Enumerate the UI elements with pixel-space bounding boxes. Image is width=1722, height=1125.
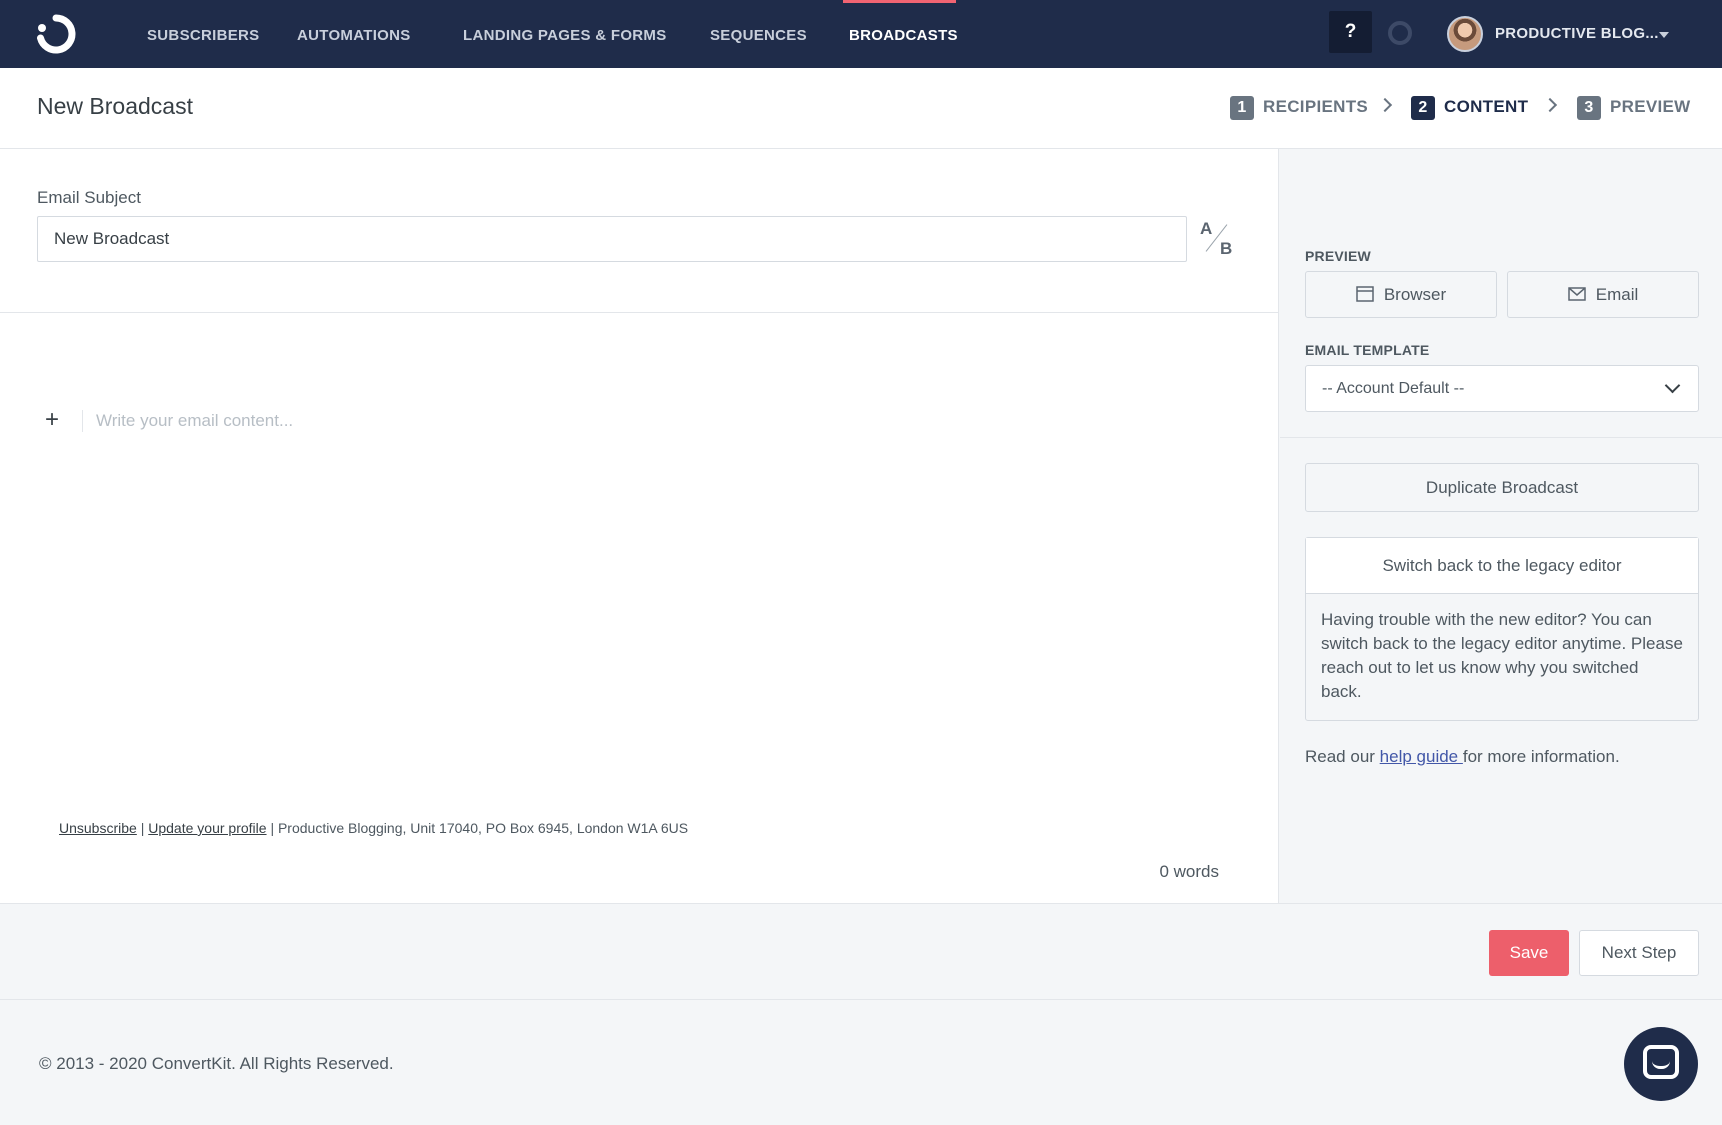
- preview-browser-label: Browser: [1383, 285, 1447, 304]
- email-template-select[interactable]: -- Account Default --: [1305, 365, 1699, 412]
- envelope-icon: [1567, 286, 1586, 301]
- help-guide-link[interactable]: help guide: [1380, 747, 1463, 766]
- nav-landing-pages-forms[interactable]: LANDING PAGES & FORMS: [463, 0, 667, 68]
- step-recipients[interactable]: 1 RECIPIENTS: [1230, 94, 1368, 120]
- avatar[interactable]: [1447, 16, 1483, 52]
- browser-window-icon: [1356, 285, 1374, 302]
- page-title: New Broadcast: [37, 93, 193, 119]
- email-template-value: -- Account Default --: [1322, 380, 1465, 397]
- preview-browser-button[interactable]: Browser: [1305, 271, 1497, 318]
- chevron-down-icon[interactable]: [1659, 32, 1669, 38]
- unsubscribe-link[interactable]: Unsubscribe: [59, 820, 137, 836]
- step-label: CONTENT: [1444, 97, 1529, 116]
- preview-label: PREVIEW: [1305, 248, 1371, 264]
- step-number: 2: [1411, 96, 1435, 120]
- nav-active-indicator: [843, 0, 956, 3]
- step-number: 1: [1230, 96, 1254, 120]
- copyright: © 2013 - 2020 ConvertKit. All Rights Res…: [39, 1054, 394, 1073]
- switch-legacy-editor-button[interactable]: Switch back to the legacy editor: [1306, 538, 1698, 594]
- chevron-right-icon: [1377, 97, 1393, 113]
- nav-automations[interactable]: AUTOMATIONS: [297, 0, 411, 68]
- chevron-right-icon: [1542, 97, 1558, 113]
- subject-input[interactable]: [37, 216, 1187, 262]
- help-suffix: for more information.: [1462, 747, 1620, 766]
- duplicate-broadcast-button[interactable]: Duplicate Broadcast: [1305, 463, 1699, 512]
- step-label: PREVIEW: [1610, 97, 1691, 116]
- next-step-button[interactable]: Next Step: [1579, 930, 1699, 976]
- divider: [82, 410, 83, 432]
- step-number: 3: [1577, 96, 1601, 120]
- divider: [1280, 437, 1722, 438]
- footer-address: Productive Blogging, Unit 17040, PO Box …: [277, 820, 689, 836]
- status-ring-icon[interactable]: [1388, 21, 1412, 45]
- subject-label: Email Subject: [37, 188, 141, 207]
- legacy-editor-panel: Switch back to the legacy editor Having …: [1305, 537, 1699, 721]
- help-prefix: Read our: [1305, 747, 1380, 766]
- email-footer: Unsubscribe | Update your profile | Prod…: [59, 820, 688, 836]
- convertkit-logo-icon[interactable]: [34, 14, 78, 54]
- step-label: RECIPIENTS: [1263, 97, 1369, 116]
- nav-subscribers[interactable]: SUBSCRIBERS: [147, 0, 259, 68]
- save-button[interactable]: Save: [1489, 930, 1569, 976]
- update-profile-link[interactable]: Update your profile: [148, 820, 266, 836]
- help-button[interactable]: ?: [1329, 11, 1372, 53]
- legacy-editor-description: Having trouble with the new editor? You …: [1321, 610, 1683, 701]
- preview-email-button[interactable]: Email: [1507, 271, 1699, 318]
- footer-separator: |: [140, 820, 145, 836]
- nav-sequences[interactable]: SEQUENCES: [710, 0, 807, 68]
- ab-test-toggle[interactable]: A B: [1198, 219, 1234, 261]
- help-guide-line: Read our help guide for more information…: [1305, 747, 1620, 767]
- ab-a-label: A: [1200, 219, 1213, 238]
- step-content[interactable]: 2 CONTENT: [1411, 94, 1528, 120]
- chat-button[interactable]: [1624, 1027, 1698, 1101]
- page-header: New Broadcast 1 RECIPIENTS 2 CONTENT 3 PREV…: [0, 68, 1722, 149]
- word-count: 0 words: [1159, 862, 1219, 881]
- email-template-label: EMAIL TEMPLATE: [1305, 342, 1430, 358]
- ab-b-label: B: [1220, 239, 1233, 258]
- account-name[interactable]: PRODUCTIVE BLOG...: [1495, 0, 1659, 68]
- footer-separator: |: [270, 820, 275, 836]
- preview-email-label: Email: [1595, 285, 1639, 304]
- top-navigation: SUBSCRIBERS AUTOMATIONS LANDING PAGES & …: [0, 0, 1722, 68]
- add-block-button[interactable]: +: [40, 408, 64, 433]
- step-preview[interactable]: 3 PREVIEW: [1577, 94, 1691, 120]
- nav-broadcasts[interactable]: BROADCASTS: [849, 0, 958, 68]
- content-editor[interactable]: Write your email content...: [96, 411, 293, 431]
- editor-panel: Email Subject A B + Write your email con…: [0, 149, 1279, 903]
- action-bar: Save Next Step: [0, 903, 1722, 1000]
- settings-sidebar: PREVIEW Browser Email EMAIL TEMPLATE -- …: [1280, 149, 1722, 903]
- divider: [0, 312, 1279, 313]
- chevron-down-icon: [1664, 377, 1681, 394]
